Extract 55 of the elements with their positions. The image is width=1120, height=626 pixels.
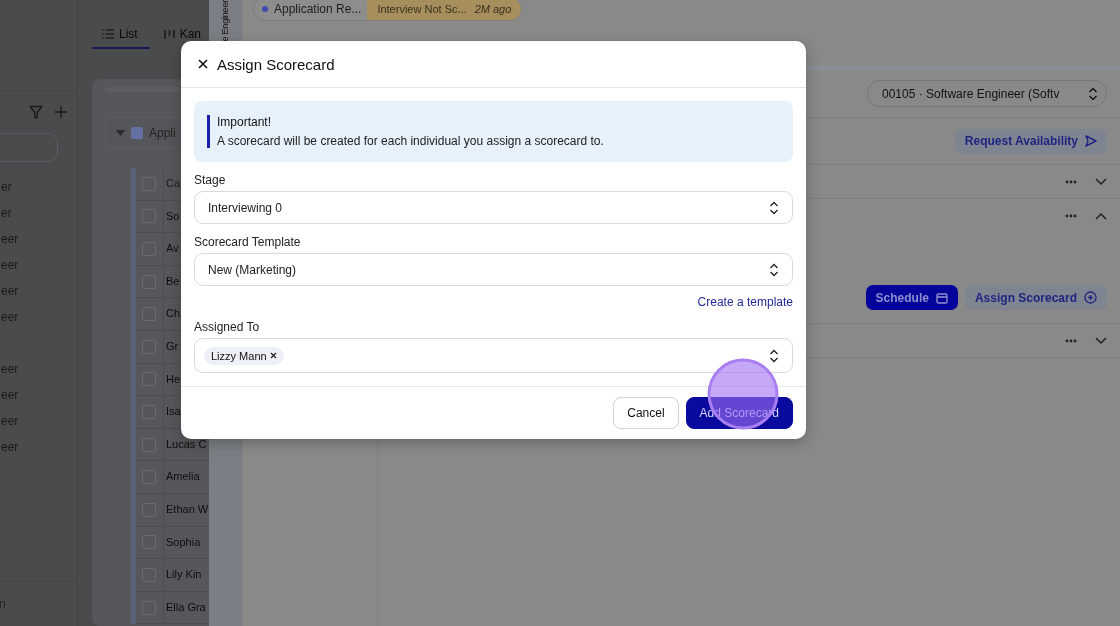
job-select[interactable]: 00105 · Software Engineer (Softv: [867, 80, 1107, 107]
table-cell: Ethan W: [163, 493, 209, 526]
stage-text: Application Re...: [274, 2, 362, 16]
column-header: Ca: [163, 168, 181, 200]
multi-select-field[interactable]: Lizzy Mann: [194, 338, 793, 373]
view-tab[interactable]: List: [92, 21, 150, 49]
table-cell: Isa: [163, 396, 181, 428]
dialog-title: Assign Scorecard: [217, 55, 335, 73]
field-label: Stage: [194, 173, 227, 187]
chevron-updown-icon: [769, 200, 779, 215]
view-tab[interactable]: Kan: [163, 21, 202, 49]
list-icon: [102, 29, 114, 39]
field-label: Assigned To: [194, 320, 261, 334]
more-icon[interactable]: [1065, 179, 1077, 184]
remove-icon[interactable]: [269, 352, 277, 359]
select-field[interactable]: Interviewing 0: [194, 191, 793, 224]
table-cell: Av: [163, 233, 179, 265]
group-color-icon: [131, 127, 143, 139]
field-label: Scorecard Template: [194, 235, 302, 249]
table-cell: Ch: [163, 298, 181, 330]
chevron-down-icon[interactable]: [1095, 336, 1107, 345]
chevron-down-icon[interactable]: [1095, 177, 1107, 186]
calendar-icon: [935, 291, 948, 304]
more-icon[interactable]: [1065, 213, 1077, 218]
plus-icon[interactable]: [55, 106, 67, 118]
table-cell: So: [163, 200, 180, 233]
send-icon: [1085, 135, 1097, 147]
table-cell: Lily Kin: [163, 559, 202, 591]
chevron-up-icon[interactable]: [1095, 211, 1107, 220]
notice-text: A scorecard will be created for each individual you assign a scorecard to.: [217, 134, 605, 148]
table-cell: Sophia: [163, 526, 201, 559]
create-template-link[interactable]: Create a template: [697, 295, 793, 309]
chevron-updown-icon: [769, 348, 779, 363]
status-dot-icon: [262, 6, 268, 12]
plus-circle-icon: [1084, 291, 1097, 304]
table-cell: Gr: [163, 330, 179, 363]
columns-icon: [163, 28, 175, 40]
filter-icon[interactable]: [29, 105, 43, 119]
status-tag: Interview Not Sc... 2M ago: [367, 0, 522, 20]
more-icon[interactable]: [1065, 338, 1077, 343]
table-cell: Be: [163, 265, 180, 298]
close-button[interactable]: [198, 59, 208, 69]
select-field[interactable]: New (Marketing): [194, 253, 793, 286]
assign-scorecard-button[interactable]: Assign Scorecard: [964, 285, 1107, 310]
chevron-updown-icon: [1088, 86, 1098, 101]
table-cell: He: [163, 363, 181, 396]
person-chip[interactable]: Lizzy Mann: [204, 346, 284, 365]
chevron-updown-icon: [769, 262, 779, 277]
table-cell: Amelia: [163, 461, 200, 493]
notice-title: Important!: [217, 115, 273, 129]
table-cell: Ella Gra: [163, 591, 206, 624]
cancel-button[interactable]: Cancel: [613, 397, 679, 429]
request-availability-button[interactable]: Request Availability: [954, 128, 1107, 154]
close-icon: [198, 59, 208, 69]
schedule-button[interactable]: Schedule: [865, 285, 958, 310]
